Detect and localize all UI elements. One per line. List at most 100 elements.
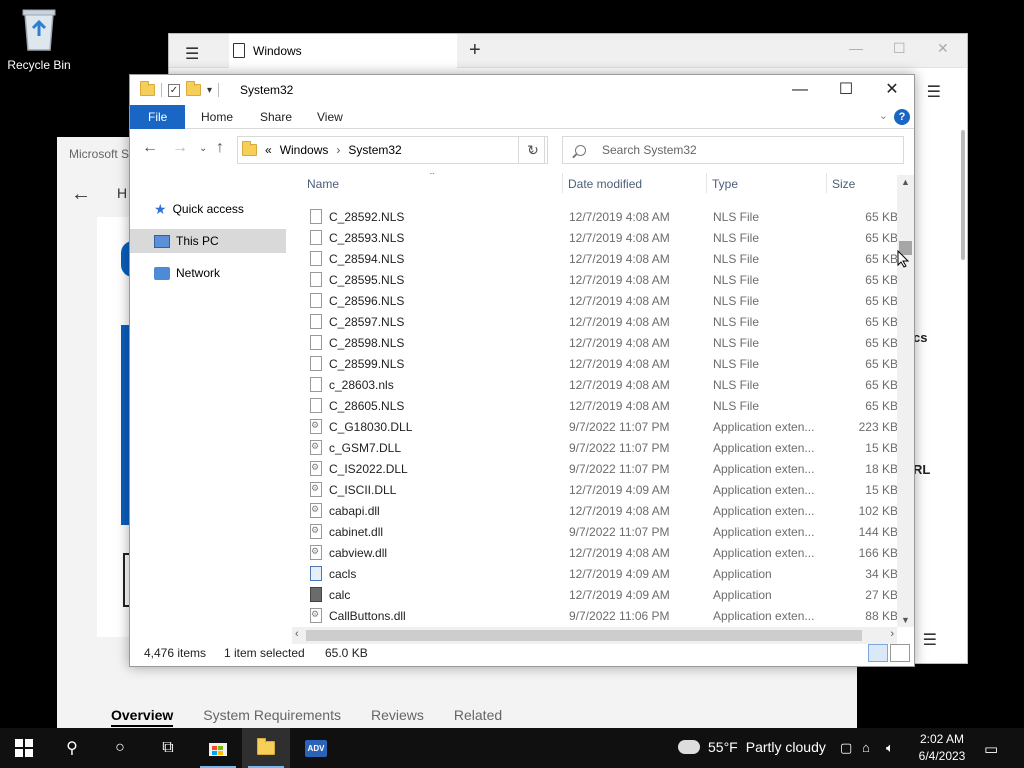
cortana-icon[interactable]: ○ bbox=[96, 728, 144, 768]
tab-related[interactable]: Related bbox=[454, 707, 502, 727]
refresh-icon[interactable]: ↻ bbox=[518, 136, 548, 164]
table-row[interactable]: C_28595.NLS 12/7/2019 4:08 AM NLS File 65 K… bbox=[300, 269, 900, 290]
tab-share[interactable]: Share bbox=[247, 105, 305, 129]
tab-home[interactable]: Home bbox=[188, 105, 246, 129]
table-row[interactable]: C_IS2022.DLL 9/7/2022 11:07 PM Application… bbox=[300, 458, 900, 479]
start-button[interactable] bbox=[0, 728, 48, 768]
new-tab-icon[interactable]: + bbox=[469, 39, 481, 62]
file-icon bbox=[310, 251, 322, 266]
recent-locations-chevron-icon[interactable]: ⌄ bbox=[199, 143, 207, 154]
expand-ribbon-chevron-icon[interactable]: ⌄ bbox=[879, 109, 888, 122]
store-icon[interactable] bbox=[194, 728, 242, 768]
table-row[interactable]: C_28605.NLS 12/7/2019 4:08 AM NLS File 65 K… bbox=[300, 395, 900, 416]
table-row[interactable]: C_28592.NLS 12/7/2019 4:08 AM NLS File 65 K… bbox=[300, 206, 900, 227]
windows-logo-icon bbox=[15, 739, 33, 757]
file-date: 9/7/2022 11:07 PM bbox=[569, 441, 670, 455]
tab-reviews[interactable]: Reviews bbox=[371, 707, 424, 727]
search-icon[interactable]: ⚲ bbox=[48, 728, 96, 768]
list-view-icon[interactable]: ☰ bbox=[923, 630, 937, 650]
file-date: 12/7/2019 4:08 AM bbox=[569, 399, 670, 413]
file-explorer-taskbar-icon[interactable] bbox=[242, 728, 290, 768]
weather-widget[interactable]: 55°F Partly cloudy bbox=[675, 735, 826, 755]
table-row[interactable]: C_28598.NLS 12/7/2019 4:08 AM NLS File 65 K… bbox=[300, 332, 900, 353]
table-row[interactable]: cabview.dll 12/7/2019 4:08 AM Application … bbox=[300, 542, 900, 563]
network-icon[interactable]: ⌂ bbox=[862, 740, 870, 755]
table-row[interactable]: c_28603.nls 12/7/2019 4:08 AM NLS File 65 K… bbox=[300, 374, 900, 395]
up-arrow-icon[interactable]: ↑ bbox=[216, 139, 224, 157]
nav-item-network[interactable]: Network bbox=[130, 261, 286, 285]
back-window-scrollbar[interactable] bbox=[961, 130, 965, 260]
close-button[interactable]: ✕ bbox=[869, 75, 915, 105]
scroll-left-icon[interactable]: ‹ bbox=[295, 628, 299, 640]
column-name[interactable]: Name bbox=[307, 177, 339, 191]
new-folder-icon[interactable] bbox=[186, 81, 201, 96]
table-row[interactable]: cacls 12/7/2019 4:09 AM Application 34 KB bbox=[300, 563, 900, 584]
hamburger-menu-icon[interactable]: ☰ bbox=[185, 44, 199, 64]
table-row[interactable]: C_28593.NLS 12/7/2019 4:08 AM NLS File 65 K… bbox=[300, 227, 900, 248]
tab-file[interactable]: File bbox=[130, 105, 186, 129]
back-arrow-icon[interactable]: ← bbox=[71, 183, 91, 206]
address-overflow[interactable]: « bbox=[265, 143, 272, 157]
table-row[interactable]: C_ISCII.DLL 12/7/2019 4:09 AM Application … bbox=[300, 479, 900, 500]
column-divider[interactable] bbox=[706, 173, 707, 193]
maximize-icon[interactable]: ☐ bbox=[893, 40, 906, 57]
vertical-scrollbar[interactable]: ▲ ▼ bbox=[897, 175, 914, 627]
forward-arrow-icon[interactable]: → bbox=[172, 139, 188, 157]
file-name: c_28603.nls bbox=[329, 378, 394, 392]
store-blue-bar bbox=[121, 325, 129, 525]
scroll-down-icon[interactable]: ▼ bbox=[901, 615, 910, 625]
table-row[interactable]: calc 12/7/2019 4:09 AM Application 27 KB bbox=[300, 584, 900, 605]
camera-icon[interactable]: ▢ bbox=[840, 740, 852, 756]
table-row[interactable]: C_28597.NLS 12/7/2019 4:08 AM NLS File 65 K… bbox=[300, 311, 900, 332]
table-row[interactable]: c_GSM7.DLL 9/7/2022 11:07 PM Application e… bbox=[300, 437, 900, 458]
nav-item-quick-access[interactable]: ★ Quick access bbox=[130, 197, 286, 221]
table-row[interactable]: C_28599.NLS 12/7/2019 4:08 AM NLS File 65 K… bbox=[300, 353, 900, 374]
back-window-tab[interactable]: Windows bbox=[229, 34, 457, 68]
column-divider[interactable] bbox=[562, 173, 563, 193]
file-date: 12/7/2019 4:08 AM bbox=[569, 336, 670, 350]
adv-app-icon[interactable]: ADV bbox=[292, 728, 340, 768]
scroll-up-icon[interactable]: ▲ bbox=[901, 177, 910, 187]
maximize-button[interactable]: ☐ bbox=[823, 75, 869, 105]
minimize-icon[interactable]: — bbox=[849, 40, 863, 56]
column-type[interactable]: Type bbox=[712, 177, 738, 191]
table-row[interactable]: CallButtons.dll 9/7/2022 11:06 PM Applicat… bbox=[300, 605, 900, 626]
table-row[interactable]: C_28594.NLS 12/7/2019 4:08 AM NLS File 65 K… bbox=[300, 248, 900, 269]
table-row[interactable]: C_28596.NLS 12/7/2019 4:08 AM NLS File 65 K… bbox=[300, 290, 900, 311]
table-row[interactable]: cabapi.dll 12/7/2019 4:08 AM Application e… bbox=[300, 500, 900, 521]
file-type: Application exten... bbox=[713, 420, 815, 434]
breadcrumb-chevron-icon[interactable]: › bbox=[336, 143, 340, 157]
column-date-modified[interactable]: Date modified bbox=[568, 177, 642, 191]
nav-item-this-pc[interactable]: This PC bbox=[130, 229, 286, 253]
table-row[interactable]: C_G18030.DLL 9/7/2022 11:07 PM Application… bbox=[300, 416, 900, 437]
back-arrow-icon[interactable]: ← bbox=[142, 139, 158, 157]
address-bar[interactable]: « Windows › System32 ⌄ bbox=[237, 136, 545, 164]
close-icon[interactable]: ✕ bbox=[937, 40, 949, 57]
file-name: CallButtons.dll bbox=[329, 609, 406, 623]
breadcrumb-system32[interactable]: System32 bbox=[348, 143, 401, 157]
help-icon[interactable]: ? bbox=[894, 109, 910, 125]
table-row[interactable]: cabinet.dll 9/7/2022 11:07 PM Application … bbox=[300, 521, 900, 542]
column-divider[interactable] bbox=[826, 173, 827, 193]
tab-system-requirements[interactable]: System Requirements bbox=[203, 707, 341, 727]
breadcrumb-windows[interactable]: Windows bbox=[280, 143, 329, 157]
list-view-icon[interactable]: ☰ bbox=[927, 82, 941, 102]
search-input[interactable]: Search System32 bbox=[562, 136, 904, 164]
weather-description: Partly cloudy bbox=[745, 739, 826, 755]
large-icons-view-icon[interactable] bbox=[890, 644, 910, 662]
customize-toolbar-chevron-icon[interactable]: ▾ bbox=[207, 85, 212, 96]
notifications-icon[interactable]: ▭ bbox=[984, 740, 998, 758]
volume-muted-icon[interactable]: 🔈︎ bbox=[886, 740, 894, 756]
file-icon bbox=[310, 377, 322, 392]
details-view-icon[interactable] bbox=[868, 644, 888, 662]
weather-temperature: 55°F bbox=[708, 739, 738, 755]
recycle-bin[interactable]: Recycle Bin bbox=[4, 6, 74, 72]
task-view-icon[interactable]: ⧉ bbox=[144, 728, 192, 768]
minimize-button[interactable]: — bbox=[777, 75, 823, 105]
system-clock[interactable]: 2:02 AM 6/4/2023 bbox=[912, 731, 972, 765]
tab-overview[interactable]: Overview bbox=[111, 707, 174, 727]
column-size[interactable]: Size bbox=[832, 177, 855, 191]
properties-check-icon[interactable]: ✓ bbox=[168, 83, 180, 97]
scroll-right-icon[interactable]: › bbox=[890, 628, 894, 640]
tab-view[interactable]: View bbox=[304, 105, 356, 129]
